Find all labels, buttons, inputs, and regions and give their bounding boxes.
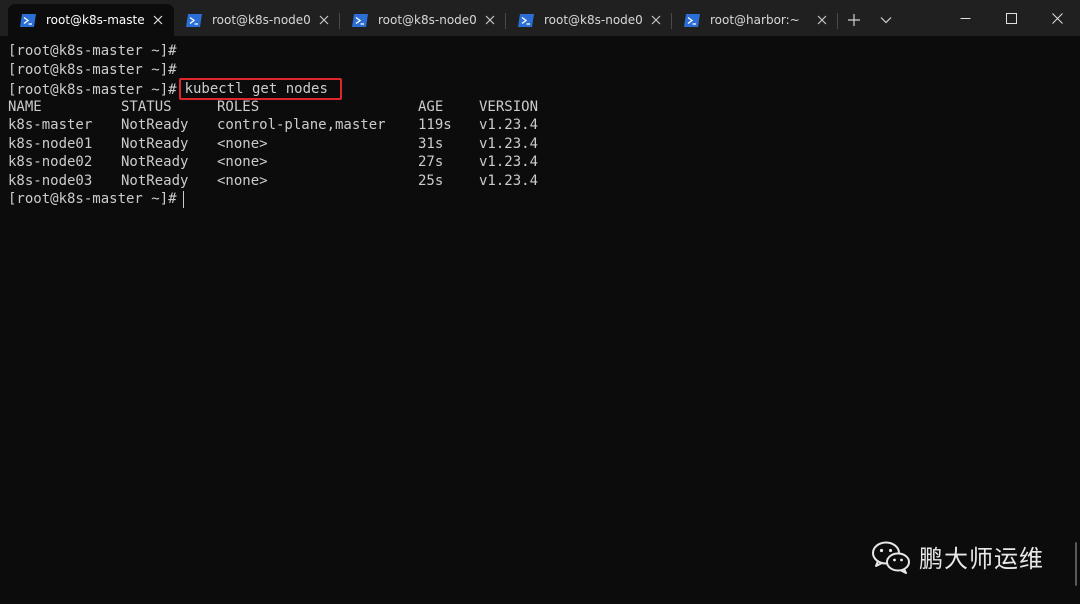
node-status: NotReady <box>121 135 189 152</box>
node-version: v1.23.4 <box>479 172 539 189</box>
node-age: 119s <box>418 117 452 133</box>
node-age: 27s <box>418 154 444 170</box>
close-icon[interactable] <box>150 12 166 28</box>
maximize-button[interactable] <box>988 0 1034 36</box>
close-icon <box>1051 12 1063 24</box>
table-row: k8s-master NotReady control-plane,master… <box>8 116 559 135</box>
tab-title: root@k8s-node02:~ <box>378 13 476 27</box>
tab-k8s-node02[interactable]: root@k8s-node02:~ <box>340 4 506 36</box>
column-header: STATUS <box>121 98 172 115</box>
window-close-button[interactable] <box>1034 0 1080 36</box>
table-row: k8s-node02 NotReady <none> 27s v1.23.4 <box>8 153 559 172</box>
powershell-icon <box>684 13 700 27</box>
node-roles: <none> <box>217 135 268 152</box>
node-name: k8s-node02 <box>8 154 93 170</box>
node-status: NotReady <box>121 154 189 170</box>
shell-prompt: [root@k8s-master ~]# <box>8 61 177 78</box>
plus-icon <box>848 14 860 26</box>
shell-prompt: [root@k8s-master ~]# <box>8 191 177 207</box>
tab-title: root@k8s-node03:~ <box>544 13 642 27</box>
minimize-button[interactable] <box>942 0 988 36</box>
highlighted-command: kubectl get nodes <box>178 78 342 100</box>
tab-k8s-node03[interactable]: root@k8s-node03:~ <box>506 4 672 36</box>
node-name: k8s-master <box>8 117 93 133</box>
powershell-icon <box>518 13 534 27</box>
tab-k8s-master[interactable]: root@k8s-master:~ <box>8 4 174 36</box>
node-roles: <none> <box>217 154 268 170</box>
terminal-line: [root@k8s-master ~]# <box>8 42 1080 61</box>
node-version: v1.23.4 <box>479 154 539 170</box>
node-roles: <none> <box>217 172 268 189</box>
powershell-icon <box>20 13 36 27</box>
nodes-table: NAME STATUS ROLES AGE VERSION k8s-master… <box>8 98 559 191</box>
shell-prompt: [root@k8s-master ~]# <box>8 82 177 98</box>
profile-dropdown-button[interactable] <box>870 4 902 36</box>
close-icon[interactable] <box>482 12 498 28</box>
powershell-icon <box>352 13 368 27</box>
new-tab-button[interactable] <box>838 4 870 36</box>
terminal-scrollbar[interactable] <box>1075 542 1077 586</box>
node-age: 25s <box>418 172 444 189</box>
text-cursor <box>182 190 184 208</box>
tab-k8s-node01[interactable]: root@k8s-node01:~ <box>174 4 340 36</box>
column-header: AGE <box>418 98 444 115</box>
table-row: k8s-node03 NotReady <none> 25s v1.23.4 <box>8 172 559 191</box>
column-header: NAME <box>8 98 42 115</box>
node-status: NotReady <box>121 117 189 133</box>
node-status: NotReady <box>121 172 189 189</box>
terminal-line: [root@k8s-master ~]# <box>8 61 1080 80</box>
chevron-down-icon <box>880 17 892 24</box>
watermark-text: 鹏大师运维 <box>919 545 1044 573</box>
node-age: 31s <box>418 135 444 152</box>
maximize-icon <box>1005 12 1017 24</box>
tab-bar: root@k8s-master:~ root@k8s-node01:~ ro <box>0 0 1080 36</box>
terminal-output[interactable]: [root@k8s-master ~]# [root@k8s-master ~]… <box>0 36 1080 604</box>
tab-strip: root@k8s-master:~ root@k8s-node01:~ ro <box>0 0 902 36</box>
node-name: k8s-node01 <box>8 135 93 152</box>
shell-prompt: [root@k8s-master ~]# <box>8 43 177 59</box>
terminal-line: [root@k8s-master ~]# kubectl get nodes <box>8 78 1080 100</box>
node-name: k8s-node03 <box>8 172 93 189</box>
column-header: ROLES <box>217 98 260 115</box>
window-controls <box>942 0 1080 36</box>
powershell-icon <box>186 13 202 27</box>
close-icon[interactable] <box>316 12 332 28</box>
close-icon[interactable] <box>648 12 664 28</box>
close-icon[interactable] <box>814 12 830 28</box>
node-roles: control-plane,master <box>217 117 386 133</box>
watermark: 鹏大师运维 <box>871 539 1044 574</box>
table-row: k8s-node01 NotReady <none> 31s v1.23.4 <box>8 135 559 154</box>
terminal-line: [root@k8s-master ~]# <box>8 190 1080 209</box>
column-header: VERSION <box>479 98 539 115</box>
tab-title: root@harbor:~ <box>710 13 800 27</box>
table-header-row: NAME STATUS ROLES AGE VERSION <box>8 98 559 117</box>
wechat-logo-icon <box>872 541 910 574</box>
node-version: v1.23.4 <box>479 117 539 133</box>
node-version: v1.23.4 <box>479 135 539 152</box>
tab-harbor[interactable]: root@harbor:~ <box>672 4 838 36</box>
minimize-icon <box>960 17 970 19</box>
tab-title: root@k8s-node01:~ <box>212 13 310 27</box>
tab-title: root@k8s-master:~ <box>46 13 144 27</box>
